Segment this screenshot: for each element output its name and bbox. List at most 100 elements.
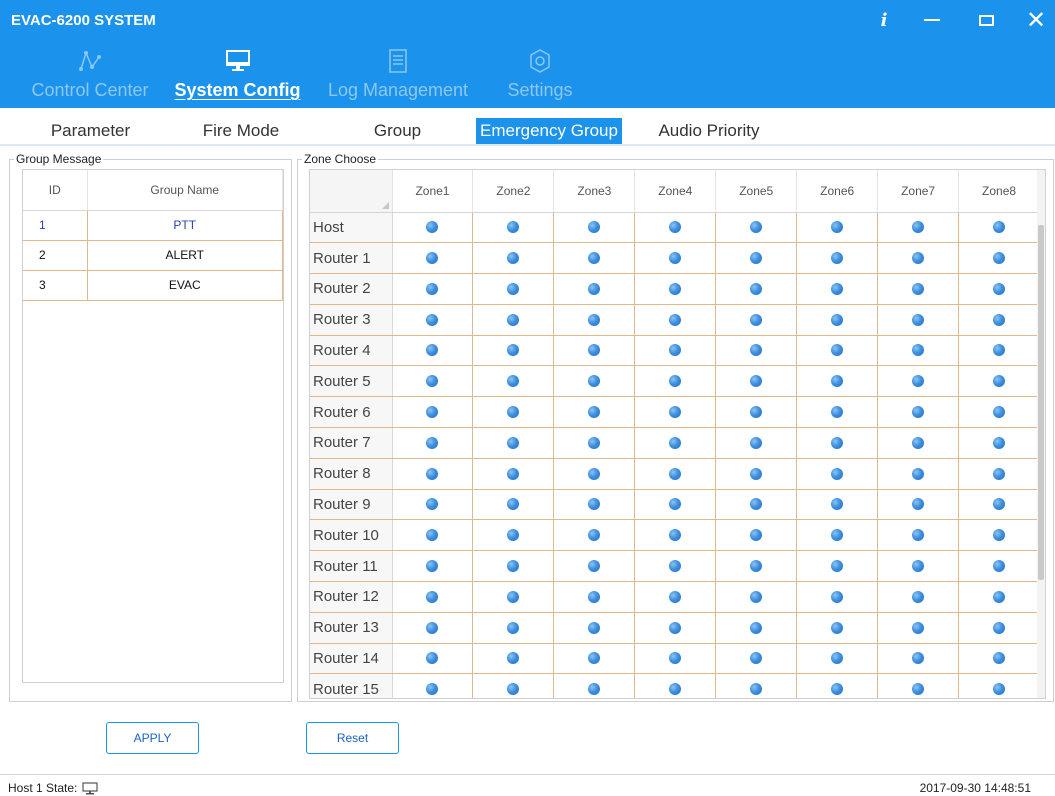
zone-cell[interactable]: [958, 396, 1040, 429]
zone-row-label[interactable]: Router 4: [310, 335, 393, 367]
zone-row-label[interactable]: Router 10: [310, 519, 393, 552]
zone-cell[interactable]: [796, 519, 879, 552]
zone-cell[interactable]: [634, 673, 717, 698]
zone-cell[interactable]: [553, 427, 636, 459]
zone-select-icon[interactable]: [507, 559, 520, 572]
zone-select-icon[interactable]: [993, 375, 1006, 388]
zone-select-icon[interactable]: [426, 559, 439, 572]
zone-cell[interactable]: [634, 365, 717, 398]
zone-select-icon[interactable]: [993, 221, 1006, 234]
zone-cell[interactable]: [796, 273, 879, 305]
zone-column-header[interactable]: Zone7: [877, 170, 960, 213]
zone-row-label[interactable]: Router 1: [310, 242, 393, 275]
zone-select-icon[interactable]: [669, 436, 682, 449]
zone-select-icon[interactable]: [669, 344, 682, 357]
zone-cell[interactable]: [634, 304, 717, 336]
zone-row-label[interactable]: Router 13: [310, 612, 393, 644]
zone-cell[interactable]: [715, 335, 798, 367]
zone-row-label[interactable]: Router 14: [310, 643, 393, 675]
zone-cell[interactable]: [877, 489, 960, 521]
nav-tab-system-config[interactable]: System Config: [170, 46, 305, 106]
zone-select-icon[interactable]: [669, 529, 682, 542]
zone-cell[interactable]: [877, 612, 960, 644]
zone-row-label[interactable]: Router 7: [310, 427, 393, 459]
zone-cell[interactable]: [796, 612, 879, 644]
zone-cell[interactable]: [796, 489, 879, 521]
zone-cell[interactable]: [553, 365, 636, 398]
zone-cell[interactable]: [796, 212, 879, 244]
zone-select-icon[interactable]: [669, 683, 682, 696]
zone-select-icon[interactable]: [507, 313, 520, 326]
zone-cell[interactable]: [553, 673, 636, 698]
zone-select-icon[interactable]: [993, 405, 1006, 418]
zone-cell[interactable]: [472, 612, 555, 644]
zone-cell[interactable]: [392, 365, 474, 398]
zone-select-icon[interactable]: [507, 621, 520, 634]
zone-cell[interactable]: [553, 242, 636, 275]
zone-row-label[interactable]: Router 8: [310, 458, 393, 490]
zone-cell[interactable]: [392, 304, 474, 336]
zone-cell[interactable]: [634, 212, 717, 244]
zone-select-icon[interactable]: [912, 652, 925, 665]
zone-select-icon[interactable]: [831, 683, 844, 696]
zone-cell[interactable]: [634, 550, 717, 583]
group-id-cell[interactable]: 2: [23, 240, 88, 271]
zone-select-icon[interactable]: [669, 467, 682, 480]
zone-row-label[interactable]: Router 3: [310, 304, 393, 336]
group-row[interactable]: 1 PTT: [23, 210, 283, 241]
zone-select-icon[interactable]: [669, 313, 682, 326]
zone-cell[interactable]: [553, 458, 636, 490]
zone-cell[interactable]: [715, 427, 798, 459]
group-name-cell[interactable]: PTT: [87, 210, 283, 241]
zone-select-icon[interactable]: [426, 683, 439, 696]
zone-cell[interactable]: [796, 581, 879, 613]
zone-select-icon[interactable]: [588, 405, 601, 418]
zone-cell[interactable]: [392, 489, 474, 521]
zone-cell[interactable]: [796, 304, 879, 336]
zone-cell[interactable]: [472, 489, 555, 521]
tab-parameter[interactable]: Parameter: [38, 118, 143, 144]
zone-cell[interactable]: [715, 519, 798, 552]
zone-select-icon[interactable]: [588, 683, 601, 696]
zone-cell[interactable]: [958, 581, 1040, 613]
zone-select-icon[interactable]: [912, 344, 925, 357]
zone-cell[interactable]: [472, 550, 555, 583]
zone-select-icon[interactable]: [912, 221, 925, 234]
zone-select-icon[interactable]: [993, 313, 1006, 326]
group-id-cell[interactable]: 1: [23, 210, 88, 241]
zone-select-icon[interactable]: [507, 652, 520, 665]
zone-select-icon[interactable]: [588, 436, 601, 449]
zone-cell[interactable]: [715, 673, 798, 698]
reset-button[interactable]: Reset: [306, 722, 399, 754]
zone-select-icon[interactable]: [912, 559, 925, 572]
zone-select-icon[interactable]: [588, 221, 601, 234]
zone-cell[interactable]: [553, 612, 636, 644]
zone-select-icon[interactable]: [588, 344, 601, 357]
zone-cell[interactable]: [553, 643, 636, 675]
zone-row-label[interactable]: Router 9: [310, 489, 393, 521]
zone-select-icon[interactable]: [669, 221, 682, 234]
zone-cell[interactable]: [472, 273, 555, 305]
zone-cell[interactable]: [715, 273, 798, 305]
zone-select-icon[interactable]: [912, 436, 925, 449]
zone-select-icon[interactable]: [426, 652, 439, 665]
zone-select-icon[interactable]: [669, 498, 682, 511]
group-name-cell[interactable]: EVAC: [87, 270, 283, 301]
tab-emergency-group[interactable]: Emergency Group: [476, 118, 622, 144]
tab-fire-mode[interactable]: Fire Mode: [186, 118, 296, 144]
zone-row-label[interactable]: Router 12: [310, 581, 393, 613]
zone-select-icon[interactable]: [750, 590, 763, 603]
zone-select-icon[interactable]: [507, 436, 520, 449]
zone-cell[interactable]: [715, 304, 798, 336]
zone-cell[interactable]: [472, 643, 555, 675]
zone-cell[interactable]: [796, 365, 879, 398]
zone-cell[interactable]: [392, 581, 474, 613]
zone-cell[interactable]: [634, 427, 717, 459]
zone-cell[interactable]: [715, 458, 798, 490]
zone-cell[interactable]: [877, 304, 960, 336]
zone-cell[interactable]: [877, 458, 960, 490]
zone-select-icon[interactable]: [912, 251, 925, 264]
column-header-group-name[interactable]: Group Name: [87, 170, 283, 211]
zone-select-icon[interactable]: [993, 467, 1006, 480]
zone-cell[interactable]: [553, 212, 636, 244]
